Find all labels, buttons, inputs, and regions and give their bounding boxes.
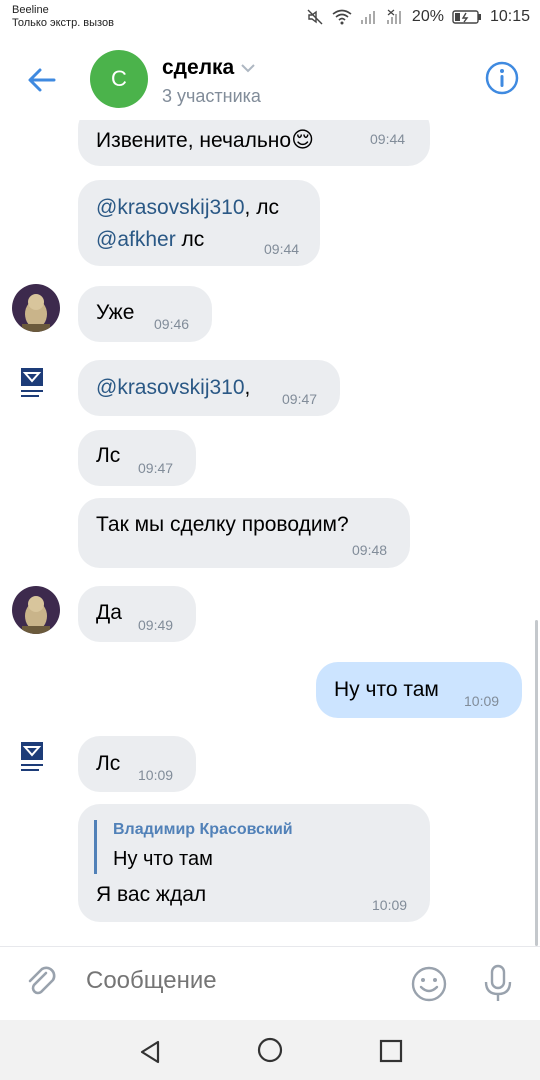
message-bubble[interactable]: Так мы сделку проводим? 09:48 <box>78 498 410 568</box>
message-text: Ну что там <box>334 678 439 701</box>
message-time: 09:44 <box>264 241 300 257</box>
paperclip-icon[interactable] <box>24 965 60 1001</box>
back-arrow-icon[interactable] <box>24 62 60 98</box>
status-icons: 20% 10:15 <box>306 8 530 26</box>
message-bubble[interactable]: @krasovskij310, лс @afkher лс 09:44 <box>78 180 320 266</box>
message-text: Да <box>96 601 122 624</box>
message-time: 09:46 <box>154 316 190 332</box>
message-time: 10:09 <box>464 693 500 709</box>
business-avatar[interactable] <box>18 366 48 404</box>
message-time: 09:47 <box>282 391 318 407</box>
user-avatar[interactable] <box>12 284 60 332</box>
nav-back-icon[interactable] <box>136 1038 164 1066</box>
message-time: 09:49 <box>138 617 174 633</box>
chat-avatar-letter: С <box>111 66 127 91</box>
message-time: 09:44 <box>370 131 406 147</box>
business-avatar[interactable] <box>18 740 48 778</box>
carrier-name: Beeline <box>12 4 49 16</box>
battery-percent: 20% <box>411 8 444 25</box>
message-text: , <box>244 376 251 399</box>
message-bubble[interactable]: Лс 09:47 <box>78 430 196 486</box>
message-bubble[interactable]: @krasovskij310, 09:47 <box>78 360 340 416</box>
chat-title[interactable]: сделка <box>162 56 256 80</box>
chat-header: С сделка 3 участника <box>0 40 540 120</box>
chat-title-text: сделка <box>162 56 235 79</box>
chat-avatar[interactable]: С <box>90 50 148 108</box>
message-time: 10:09 <box>138 767 174 783</box>
battery-charging-icon <box>452 10 481 24</box>
message-composer <box>0 946 540 1020</box>
scrollbar[interactable] <box>535 620 538 946</box>
mention-link[interactable]: @afkher <box>96 228 176 251</box>
message-time: 10:09 <box>372 897 408 913</box>
microphone-icon[interactable] <box>480 963 516 1003</box>
message-text: Я вас ждал <box>96 883 207 906</box>
message-text: Лс <box>96 752 121 775</box>
status-time: 10:15 <box>489 8 530 25</box>
emoji-icon[interactable] <box>410 965 448 1003</box>
message-text: лс <box>175 228 205 251</box>
mention-link[interactable]: @krasovskij310 <box>96 376 245 399</box>
reply-quote[interactable]: Владимир Красовский Ну что там <box>94 820 293 874</box>
message-bubble[interactable]: Уже 09:46 <box>78 286 212 342</box>
message-bubble[interactable]: Да 09:49 <box>78 586 196 642</box>
message-bubble[interactable]: Лс 10:09 <box>78 736 196 792</box>
system-nav-bar <box>0 1020 540 1080</box>
message-text: Извените, нечально <box>96 129 292 152</box>
nav-recent-apps-icon[interactable] <box>378 1038 404 1064</box>
message-text: Уже <box>96 301 135 324</box>
info-icon[interactable] <box>484 60 520 96</box>
relieved-emoji: 😌 <box>291 127 314 152</box>
message-time: 09:48 <box>352 542 388 558</box>
emergency-only-label: Только экстр. вызов <box>12 17 114 29</box>
chevron-down-icon <box>241 64 255 73</box>
message-bubble[interactable]: Владимир Красовский Ну что там Я вас жда… <box>78 804 430 922</box>
message-input[interactable] <box>86 967 386 995</box>
carrier-info: Beeline Только экстр. вызов <box>12 4 114 30</box>
message-text: Лс <box>96 444 121 467</box>
chat-subtitle: 3 участника <box>162 86 261 106</box>
nav-home-icon[interactable] <box>256 1036 284 1064</box>
mute-icon <box>307 9 323 25</box>
reply-author: Владимир Красовский <box>113 821 293 838</box>
status-bar: Beeline Только экстр. вызов 20% 10:15 <box>0 0 540 40</box>
mention-link[interactable]: @krasovskij310 <box>96 196 245 219</box>
wifi-icon <box>332 9 352 25</box>
message-text: , лс <box>244 196 279 219</box>
outgoing-message-bubble[interactable]: Ну что там 10:09 <box>316 662 522 718</box>
reply-text: Ну что там <box>113 848 213 870</box>
signal-icon-2 <box>386 9 401 24</box>
message-bubble[interactable]: Извените, нечально😌 09:44 <box>78 120 430 166</box>
message-list[interactable]: Извените, нечально😌 09:44 @krasovskij310… <box>0 120 540 946</box>
message-text: Так мы сделку проводим? <box>96 513 349 536</box>
user-avatar[interactable] <box>12 586 60 634</box>
message-time: 09:47 <box>138 460 174 476</box>
signal-icon-1 <box>360 11 375 24</box>
